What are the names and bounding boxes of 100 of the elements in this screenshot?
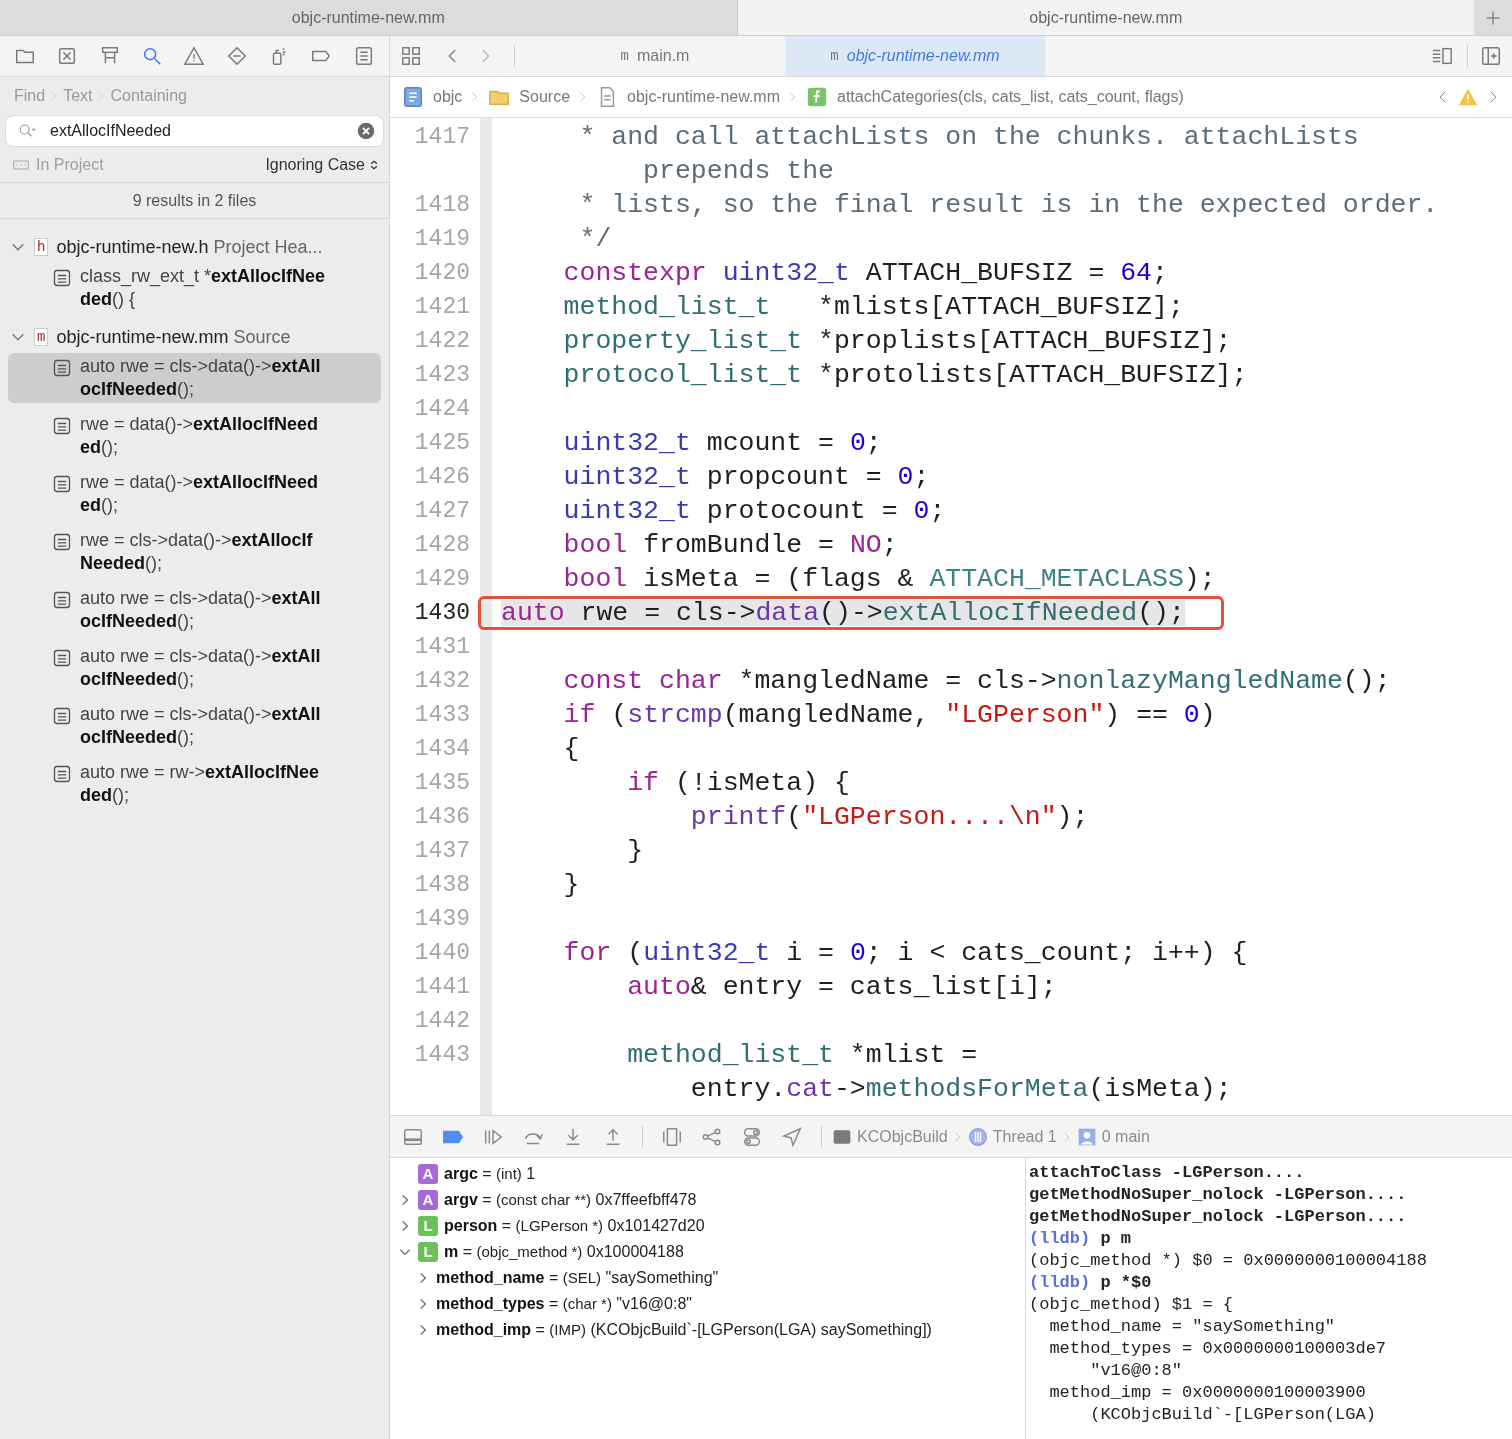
line-number: 1440 (414, 940, 470, 966)
variable-row[interactable]: A argc = (int) 1 (390, 1161, 1025, 1187)
code-line: entry.cat->methodsForMeta(isMeta); (689, 1073, 1232, 1106)
diamond-icon[interactable] (225, 45, 248, 67)
line-number: 1441 (414, 974, 470, 1000)
code-line: bool fromBundle = NO; (562, 529, 898, 562)
variable-text: m = (objc_method *) 0x100004188 (444, 1242, 684, 1262)
clear-icon[interactable] (357, 122, 375, 140)
breadcrumb-item[interactable]: objc (433, 85, 463, 109)
variable-text: method_types = (char *) "v16@0:8" (436, 1294, 692, 1314)
line-number: 1425 (414, 430, 470, 456)
result-text: rwe = data()->extAllocIfNeed ed(); (80, 413, 319, 459)
line-number: 1438 (414, 872, 470, 898)
console-line: method_name = "saySomething" (1048, 1316, 1337, 1338)
graph-icon[interactable] (701, 1125, 723, 1148)
grid-icon[interactable] (400, 45, 422, 67)
line-number: 1422 (414, 328, 470, 354)
variable-row[interactable]: A argv = (const char **) 0x7ffeefbff478 (390, 1187, 1025, 1213)
thread-icon (967, 1126, 988, 1147)
code-line: prepends the (642, 155, 834, 188)
code-line: if (!isMeta) { (626, 767, 850, 800)
result-text: class_rw_ext_t *extAllocIfNee ded() { (80, 265, 326, 311)
variable-row[interactable]: method_imp = (IMP) (KCObjcBuild`-[LGPerson(LGA) saySomething]) (390, 1317, 1025, 1343)
console-line: (lldb) p m (1029, 1228, 1133, 1250)
code-line: auto& entry = cats_list[i]; (626, 971, 1057, 1004)
user-frame-icon (1076, 1126, 1097, 1147)
add-editor-icon[interactable] (1480, 45, 1502, 67)
variable-text: argc = (int) 1 (444, 1164, 536, 1184)
console-line: "v16@0:8" (1089, 1360, 1184, 1382)
line-number: 1424 (414, 396, 470, 422)
window-tab[interactable]: objc-runtime-new.mm (736, 0, 1474, 35)
variable-kind-badge: L (418, 1242, 438, 1262)
result-text: auto rwe = cls->data()->extAll ocIfNeeded(); (80, 703, 321, 749)
warning-icon[interactable] (183, 45, 206, 67)
line-number: 1439 (414, 906, 470, 932)
file-type-icon: m (620, 45, 629, 67)
variable-kind-badge: A (418, 1164, 438, 1184)
line-number: 1417 (414, 124, 470, 150)
breadcrumb-item[interactable]: attachCategories(cls, cats_list, cats_count, flags) (837, 85, 1184, 109)
search-field[interactable]: extAllocIfNeeded (5, 115, 384, 147)
code-line: */ (578, 223, 612, 256)
file-type-icon: m (830, 45, 839, 67)
code-line: bool isMeta = (flags & ATTACH_METACLASS); (562, 563, 1216, 596)
code-line: } (626, 835, 644, 868)
variable-row[interactable]: L person = (LGPerson *) 0x101427d20 (390, 1213, 1025, 1239)
code-line: uint32_t propcount = 0; (562, 461, 930, 494)
line-number: 1442 (414, 1008, 470, 1034)
line-number: 1437 (414, 838, 470, 864)
editor-tab[interactable]: m main.m (525, 36, 785, 76)
matching-selector[interactable]: Ignoring Case (265, 152, 365, 177)
code-line: uint32_t protocount = 0; (562, 495, 946, 528)
code-line: constexpr uint32_t ATTACH_BUFSIZ = 64; (562, 257, 1168, 290)
file-result[interactable]: m objc-runtime-new.mm Source (0, 321, 389, 353)
search-result-item[interactable]: auto rwe = cls->data()->extAll ocIfNeeded(); (8, 353, 381, 403)
breadcrumb-item[interactable]: objc-runtime-new.mm (627, 85, 780, 109)
code-line: uint32_t mcount = 0; (562, 427, 882, 460)
variable-text: method_name = (SEL) "saySomething" (436, 1268, 719, 1288)
line-number: 1429 (414, 566, 470, 592)
project-icon (402, 86, 424, 108)
line-number: 1426 (414, 464, 470, 490)
result-text: auto rwe = rw->extAllocIfNee ded(); (80, 761, 320, 807)
code-line: } (562, 869, 580, 902)
result-text: rwe = cls->data()->extAllocIf Needed(); (80, 529, 313, 575)
console-line: getMethodNoSuper_nolock -LGPerson.... (1029, 1184, 1408, 1206)
line-number: 1420 (414, 260, 470, 286)
console-line: (KCObjcBuild`-[LGPerson(LGA) (1089, 1404, 1377, 1426)
search-icon[interactable] (141, 45, 164, 67)
location-arrow-icon[interactable] (781, 1125, 803, 1148)
toggle-icon[interactable] (741, 1125, 763, 1148)
view-hierarchy-icon[interactable] (661, 1125, 683, 1148)
variable-text: argv = (const char **) 0x7ffeefbff478 (444, 1190, 697, 1210)
line-number: 1432 (414, 668, 470, 694)
variable-kind-badge: L (418, 1216, 438, 1236)
code-line: method_list_t *mlist = (626, 1039, 978, 1072)
code-line: { (562, 733, 580, 766)
line-number: 1436 (414, 804, 470, 830)
console-line: (objc_method) $1 = { (1029, 1294, 1235, 1316)
code-line: for (uint32_t i = 0; i < cats_count; i++) { (562, 937, 1248, 970)
code-line: * lists, so the final result is in the expected order. (578, 189, 1439, 222)
variable-row[interactable]: method_types = (char *) "v16@0:8" (390, 1291, 1025, 1317)
variable-kind-badge: A (418, 1190, 438, 1210)
code-line: property_list_t *proplists[ATTACH_BUFSIZ]; (562, 325, 1232, 358)
search-input[interactable]: extAllocIfNeeded (50, 119, 347, 143)
file-type-icon: m (34, 328, 49, 346)
code-line: protocol_list_t *protolists[ATTACH_BUFSIZ]; (562, 359, 1248, 392)
editor-tab[interactable]: m objc-runtime-new.mm (785, 36, 1045, 76)
result-text: auto rwe = cls->data()->extAll ocIfNeeded(); (80, 645, 321, 691)
console-line: method_types = 0x0000000100003de7 (1048, 1338, 1388, 1360)
file-result[interactable]: h objc-runtime-new.h Project Hea... (0, 231, 389, 263)
breadcrumb-item[interactable]: Source (519, 85, 571, 109)
results-summary: 9 results in 2 files (0, 183, 389, 219)
code-line: * and call attachLists on the chunks. attachLists (578, 121, 1359, 154)
variable-row[interactable]: method_name = (SEL) "saySomething" (390, 1265, 1025, 1291)
line-number: 1418 (414, 192, 470, 218)
line-number: 1435 (414, 770, 470, 796)
console-line: (lldb) p *$0 (1029, 1272, 1153, 1294)
code-line: printf("LGPerson....\n"); (689, 801, 1089, 834)
code-line: if (strcmp(mangledName, "LGPerson") == 0) (562, 699, 1216, 732)
line-number: 1430 (414, 600, 470, 626)
variable-row[interactable]: L m = (objc_method *) 0x100004188 (390, 1239, 1025, 1265)
